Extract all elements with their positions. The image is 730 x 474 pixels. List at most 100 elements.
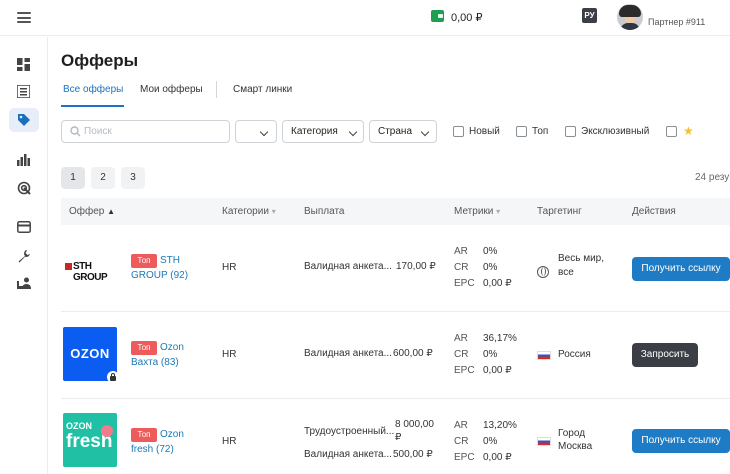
metric-ar: 0% — [483, 246, 498, 257]
column-metrics[interactable]: Метрики ▾ — [454, 206, 500, 217]
offer-category: HR — [222, 349, 237, 360]
metric-ar-label: AR — [454, 246, 468, 257]
metric-cr-label: CR — [454, 262, 469, 273]
get-link-button[interactable]: Получить ссылку — [632, 429, 730, 453]
app: 0,00 ₽ РУ Партнер #911 Офферы Все офферы… — [0, 0, 730, 474]
payout-label: Валидная анкета... — [304, 449, 392, 460]
avatar[interactable] — [617, 4, 643, 30]
offer-logo-sth: STH GROUP — [63, 241, 117, 295]
checkbox-top[interactable] — [516, 126, 527, 137]
payout-amount: 170,00 ₽ — [396, 261, 436, 272]
metric-epc-label: EPC — [454, 452, 475, 463]
chevron-down-icon — [420, 127, 430, 137]
logo-fruit — [101, 425, 113, 437]
top-bar: 0,00 ₽ РУ Партнер #911 — [0, 0, 730, 36]
tab-smart-links[interactable]: Смарт линки — [233, 84, 292, 95]
metric-ar-label: AR — [454, 420, 468, 431]
offer-name-line2: fresh (72) — [131, 444, 174, 455]
metric-epc-label: EPC — [454, 278, 475, 289]
page-button-1[interactable]: 1 — [61, 167, 85, 189]
checkbox-top-label: Топ — [532, 126, 549, 137]
offer-logo-ozon-fresh: OZON fresh — [63, 413, 117, 467]
active-tab-indicator — [61, 105, 124, 107]
column-offer-label: Оффер — [69, 206, 105, 217]
partner-id: Партнер #911 — [648, 17, 706, 27]
payout-label: Трудоустроенный... — [304, 426, 395, 437]
globe-icon — [537, 266, 549, 278]
targeting-line1: Россия — [558, 349, 591, 360]
tab-my-offers[interactable]: Мои офферы — [140, 84, 203, 95]
payout-amount-line2: ₽ — [395, 432, 402, 443]
offer-name-line2: Вахта (83) — [131, 357, 179, 368]
checkbox-favorites[interactable] — [666, 126, 677, 137]
chevron-down-icon — [348, 127, 358, 137]
sidebar-item-finance[interactable] — [9, 216, 39, 240]
category-select[interactable]: Категория — [282, 120, 364, 143]
russia-flag-icon — [537, 351, 551, 360]
column-category-label: Категории — [222, 206, 269, 217]
logo-text: STH GROUP — [73, 261, 108, 283]
targeting-line1: Весь мир, — [558, 253, 605, 264]
metric-epc: 0,00 ₽ — [483, 278, 512, 289]
sidebar-item-stats[interactable] — [9, 148, 39, 172]
search-placeholder: Поиск — [84, 126, 112, 137]
sidebar-item-referrals[interactable] — [9, 272, 39, 296]
page-button-3[interactable]: 3 — [121, 167, 145, 189]
payout-label: Валидная анкета... — [304, 261, 392, 272]
sidebar-item-list[interactable] — [9, 80, 39, 104]
metric-ar: 36,17% — [483, 333, 517, 344]
metric-cr-label: CR — [454, 436, 469, 447]
filter-select-empty[interactable] — [235, 120, 277, 143]
checkbox-exclusive-label: Эксклюзивный — [581, 126, 650, 137]
sort-icon: ▾ — [271, 207, 276, 216]
metric-cr: 0% — [483, 349, 498, 360]
column-payout: Выплата — [304, 206, 345, 217]
offer-name-line2: GROUP (92) — [131, 270, 189, 281]
lock-icon — [107, 371, 119, 383]
get-link-button[interactable]: Получить ссылку — [632, 257, 730, 281]
targeting-line2: Москва — [558, 441, 593, 452]
payout-amount: 600,00 ₽ — [393, 348, 433, 359]
metric-epc: 0,00 ₽ — [483, 452, 512, 463]
page-button-2[interactable]: 2 — [91, 167, 115, 189]
column-offer[interactable]: Оффер ▲ — [69, 206, 115, 217]
search-icon — [70, 126, 81, 137]
menu-icon[interactable] — [17, 12, 31, 23]
chevron-down-icon — [259, 127, 269, 137]
targeting-line2: все — [558, 267, 574, 278]
offer-name-link[interactable]: Ozon Вахта (83) — [131, 340, 184, 370]
checkbox-new-label: Новый — [469, 126, 500, 137]
targeting-fade — [558, 280, 628, 288]
payout-amount: 500,00 ₽ — [393, 449, 433, 460]
star-icon: ★ — [683, 124, 694, 138]
table-header: Оффер ▲ Категории ▾ Выплата Метрики ▾ Та… — [61, 198, 730, 225]
sort-icon: ▾ — [496, 207, 501, 216]
search-input[interactable]: Поиск — [61, 120, 230, 143]
metric-ar: 13,20% — [483, 420, 517, 431]
offer-name-link[interactable]: Ozon fresh (72) — [131, 427, 184, 457]
offer-name-line1: Ozon — [160, 429, 184, 440]
wallet-icon — [431, 10, 444, 22]
offer-name-line1: STH — [160, 255, 180, 266]
checkbox-exclusive[interactable] — [565, 126, 576, 137]
stats-icon — [17, 154, 30, 166]
metric-epc-label: EPC — [454, 365, 475, 376]
offer-name-link[interactable]: STH GROUP (92) — [131, 253, 188, 283]
language-switch[interactable]: РУ — [582, 8, 597, 23]
sidebar-item-offers[interactable] — [9, 108, 39, 132]
column-category[interactable]: Категории ▾ — [222, 206, 276, 217]
payout-label: Валидная анкета... — [304, 348, 392, 359]
logo-mark — [65, 263, 72, 270]
balance: 0,00 ₽ — [451, 12, 483, 24]
table-row: OZON Топ Ozon Вахта (83) HR Валидная анке… — [61, 313, 730, 399]
checkbox-new[interactable] — [453, 126, 464, 137]
sidebar-item-dashboard[interactable] — [9, 53, 39, 77]
request-button[interactable]: Запросить — [632, 343, 698, 367]
metric-cr: 0% — [483, 262, 498, 273]
sidebar-item-tracking[interactable] — [9, 176, 39, 200]
card-icon — [17, 221, 31, 233]
tab-all-offers[interactable]: Все офферы — [63, 84, 123, 95]
tab-divider — [216, 81, 217, 98]
sidebar-item-tools[interactable] — [9, 244, 39, 268]
country-select[interactable]: Страна — [369, 120, 437, 143]
